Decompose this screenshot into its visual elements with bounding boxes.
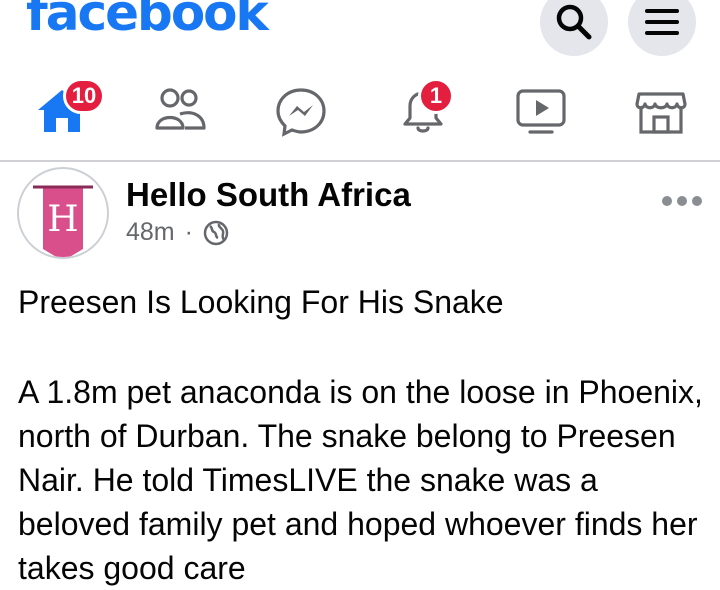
globe-icon[interactable]: [203, 220, 229, 246]
header-divider: [0, 160, 720, 162]
menu-button[interactable]: [628, 0, 696, 56]
page-avatar[interactable]: H: [17, 167, 109, 259]
more-options-button[interactable]: [662, 196, 702, 206]
search-icon: [556, 4, 592, 40]
nav-watch-tab[interactable]: [514, 84, 568, 138]
menu-icon: [645, 9, 679, 35]
post-meta: 48m ·: [126, 218, 229, 247]
page-name[interactable]: Hello South Africa: [126, 176, 411, 214]
friends-icon: [155, 88, 206, 130]
messenger-icon: [276, 88, 326, 137]
more-dot: [677, 196, 687, 206]
post-body: A 1.8m pet anaconda is on the loose in P…: [18, 374, 703, 586]
post-time[interactable]: 48m: [126, 218, 175, 247]
marketplace-icon: [635, 92, 687, 134]
nav-notifications-tab[interactable]: 1: [396, 78, 454, 138]
search-button[interactable]: [540, 0, 608, 56]
nav-home-tab[interactable]: 10: [35, 78, 105, 138]
home-badge: 10: [63, 78, 105, 114]
hello-south-africa-logo: H: [33, 185, 93, 257]
nav-marketplace-tab[interactable]: [634, 84, 688, 138]
nav-friends-tab[interactable]: [153, 84, 207, 138]
post-title: Preesen Is Looking For His Snake: [18, 284, 504, 320]
notifications-badge: 1: [418, 78, 454, 114]
watch-icon: [516, 89, 566, 134]
nav-messenger-tab[interactable]: [274, 84, 328, 138]
facebook-logo[interactable]: facebook: [26, 0, 269, 38]
more-dot: [692, 196, 702, 206]
more-dot: [662, 196, 672, 206]
meta-separator: ·: [184, 218, 193, 246]
svg-text:H: H: [47, 199, 78, 240]
